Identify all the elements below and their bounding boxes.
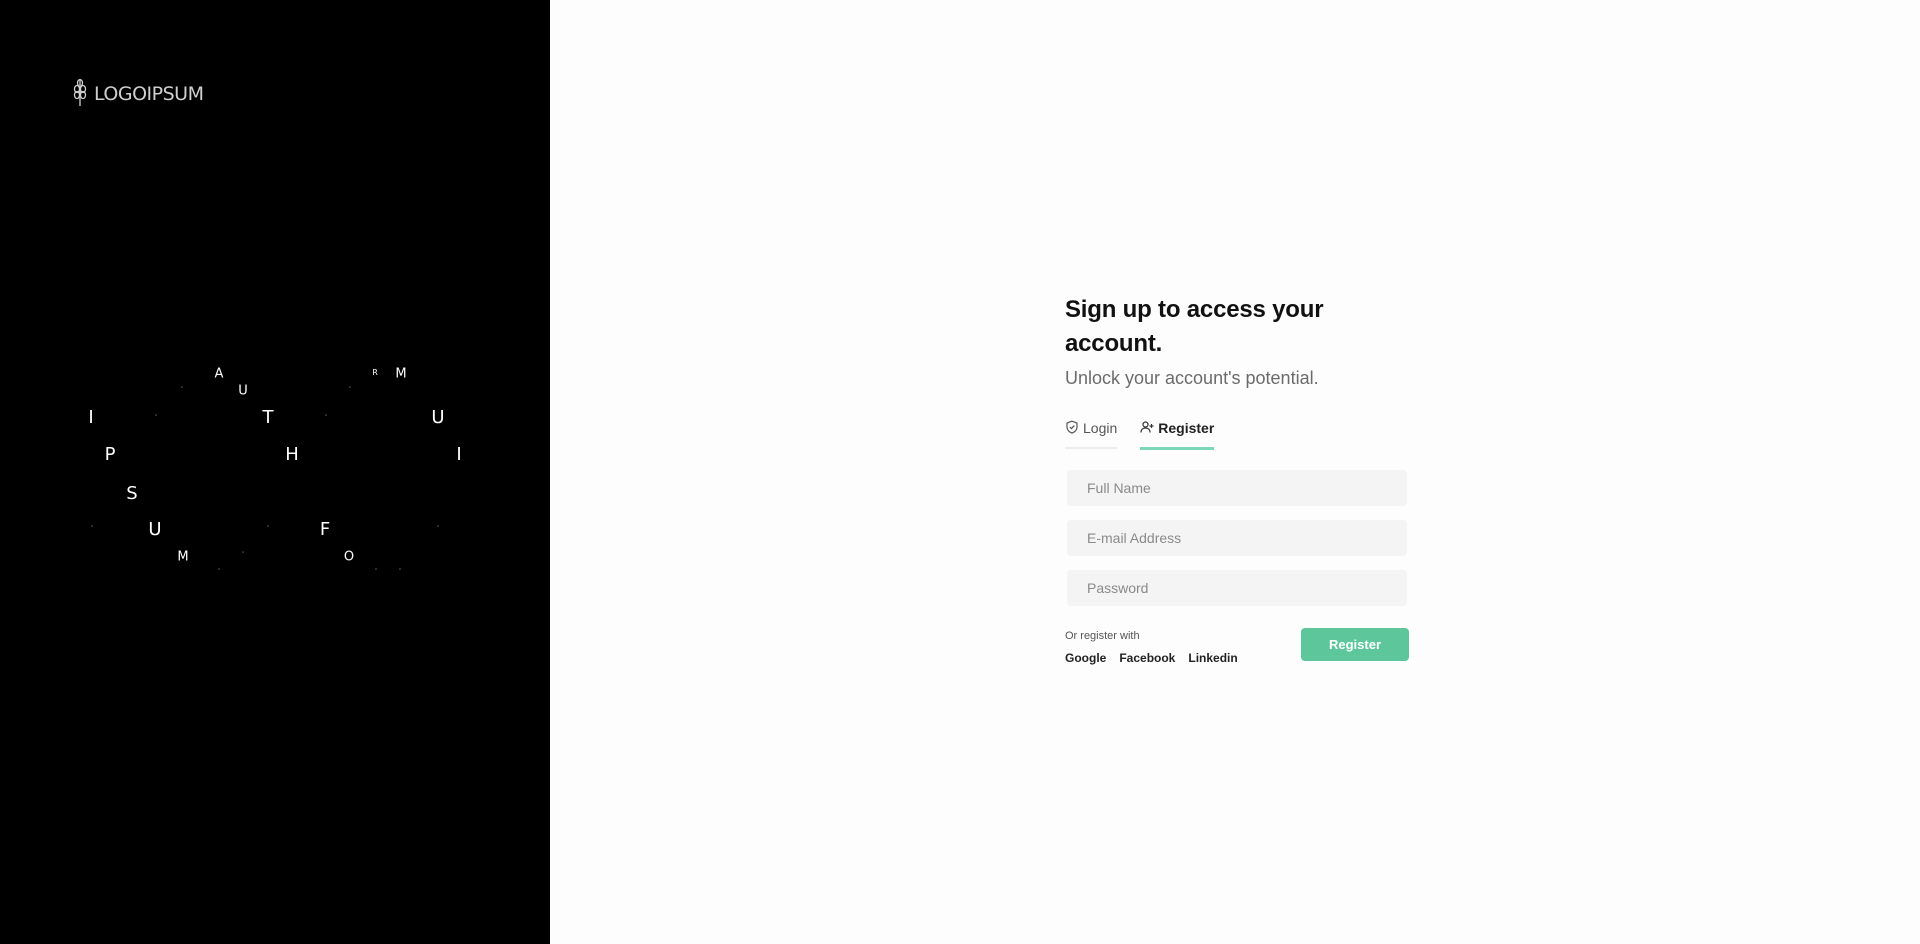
shield-icon <box>1065 420 1079 437</box>
letter-art-char: H <box>285 444 299 465</box>
social-links: Google Facebook Linkedin <box>1065 651 1238 665</box>
letter-art-dot: · <box>398 565 402 574</box>
letter-art-char: I <box>456 444 462 465</box>
user-plus-icon <box>1140 420 1154 437</box>
full-name-input[interactable] <box>1067 470 1407 506</box>
tab-register[interactable]: Register <box>1140 415 1215 450</box>
letter-art-dot: · <box>180 383 184 392</box>
or-register-text: Or register with <box>1065 630 1140 642</box>
letter-art-char: U <box>238 383 248 399</box>
form-subtitle: Unlock your account's potential. <box>1065 368 1319 388</box>
google-link[interactable]: Google <box>1065 651 1106 665</box>
letter-art-char: M <box>395 366 407 382</box>
signup-form: Sign up to access your account. Unlock y… <box>1065 293 1409 665</box>
letter-art: I P S U M A U T H F O R M U I · · · · · … <box>0 0 550 944</box>
form-footer: Or register with Google Facebook Linkedi… <box>1065 628 1409 665</box>
letter-art-dot: · <box>324 411 328 420</box>
letter-art-dot: · <box>154 411 158 420</box>
form-fields <box>1065 470 1409 606</box>
tab-register-label: Register <box>1158 420 1215 436</box>
letter-art-char: M <box>177 549 189 565</box>
letter-art-char: F <box>319 519 331 540</box>
letter-art-char: I <box>88 407 94 428</box>
letter-art-dot: · <box>436 522 440 531</box>
register-button[interactable]: Register <box>1301 628 1409 661</box>
password-input[interactable] <box>1067 570 1407 606</box>
auth-tabs: Login Register <box>1065 415 1409 450</box>
letter-art-dot: · <box>374 565 378 574</box>
linkedin-link[interactable]: Linkedin <box>1188 651 1237 665</box>
letter-art-char: S <box>126 483 138 504</box>
letter-art-char: P <box>104 444 116 465</box>
social-register: Or register with Google Facebook Linkedi… <box>1065 630 1238 665</box>
letter-art-dot: · <box>266 522 270 531</box>
letter-art-dot: · <box>217 565 221 574</box>
letter-art-char: U <box>431 407 445 428</box>
letter-art-char: R <box>372 368 378 377</box>
letter-art-dot: · <box>90 522 94 531</box>
letter-art-dot: · <box>241 548 245 557</box>
letter-art-char: U <box>148 519 162 540</box>
letter-art-char: A <box>214 366 224 382</box>
tab-login[interactable]: Login <box>1065 415 1118 449</box>
email-input[interactable] <box>1067 520 1407 556</box>
letter-art-dot: · <box>348 383 352 392</box>
tab-login-label: Login <box>1083 420 1118 436</box>
facebook-link[interactable]: Facebook <box>1119 651 1175 665</box>
letter-art-char: T <box>262 407 274 428</box>
form-title: Sign up to access your account. <box>1065 296 1324 357</box>
brand-panel: LOGOIPSUM I P S U M A U T H F O R M U I … <box>0 0 550 944</box>
letter-art-char: O <box>343 549 355 565</box>
